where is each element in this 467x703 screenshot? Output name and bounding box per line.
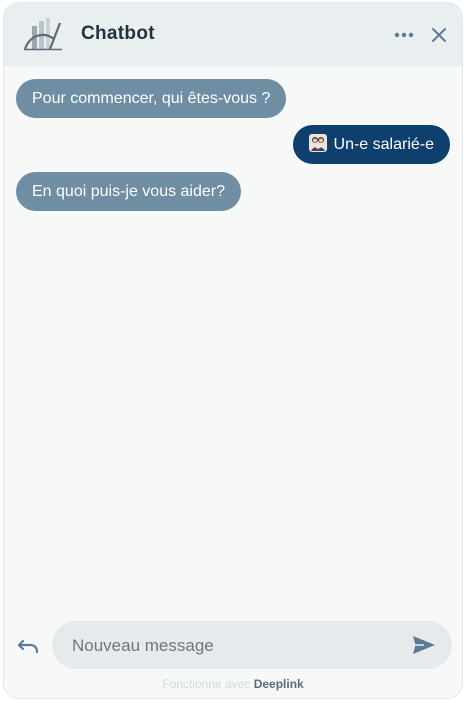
- chat-header: Chatbot: [4, 3, 462, 66]
- message-text: En quoi puis-je vous aider?: [32, 183, 226, 200]
- more-options-button[interactable]: [390, 21, 418, 49]
- undo-icon: [17, 639, 39, 654]
- chat-title: Chatbot: [81, 23, 155, 44]
- close-icon: [432, 28, 446, 42]
- send-button[interactable]: [410, 632, 438, 658]
- chatbot-widget: Chatbot Pour commencer, qui êtes-vous ?: [3, 2, 463, 699]
- people-emoji-icon: [308, 134, 327, 152]
- footer-prefix: Fonctionne avec: [162, 677, 251, 691]
- message-text: Pour commencer, qui êtes-vous ?: [32, 90, 271, 107]
- send-icon: [413, 636, 435, 654]
- powered-by-footer: Fonctionne avec Deeplink: [4, 677, 462, 691]
- message-input[interactable]: [70, 621, 394, 671]
- message-input-container: [52, 621, 452, 671]
- more-horizontal-icon: [394, 32, 414, 38]
- close-button[interactable]: [425, 21, 453, 49]
- chart-logo-icon: [23, 18, 62, 51]
- undo-button[interactable]: [15, 633, 41, 659]
- bot-message: En quoi puis-je vous aider?: [16, 172, 242, 211]
- user-message: Un-e salarié-e: [292, 125, 450, 164]
- message-text: Un-e salarié-e: [333, 136, 434, 153]
- message-list: Pour commencer, qui êtes-vous ? Un-e sal…: [4, 66, 462, 606]
- message-composer: [4, 619, 462, 671]
- bot-message: Pour commencer, qui êtes-vous ?: [16, 79, 287, 118]
- footer-brand-link[interactable]: Deeplink: [254, 677, 304, 691]
